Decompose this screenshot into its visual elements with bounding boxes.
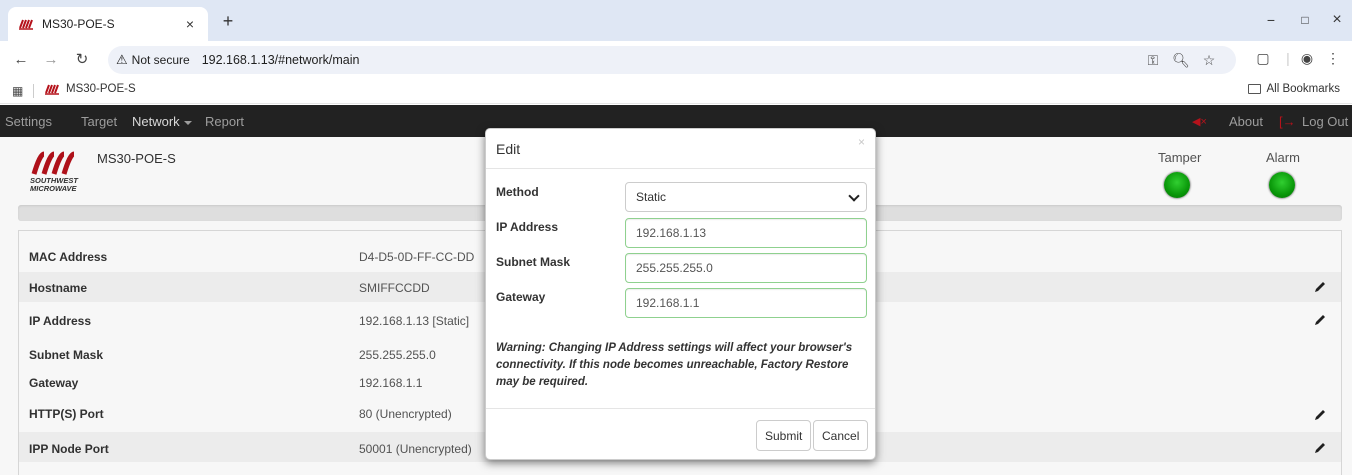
method-selected-value: Static — [636, 190, 667, 204]
bookmark-star-icon[interactable]: ☆ — [1200, 52, 1218, 69]
bookmark-label: MS30-POE-S — [66, 83, 136, 95]
chevron-down-icon — [848, 190, 860, 202]
forward-arrow-icon[interactable]: → — [40, 50, 62, 70]
bookmarks-divider — [33, 84, 34, 98]
gateway-input[interactable] — [625, 288, 867, 318]
ip-address-input[interactable] — [625, 218, 867, 248]
warning-triangle-icon: ⚠ — [116, 52, 128, 67]
nav-logout[interactable]: Log Out — [1302, 114, 1348, 129]
method-label: Method — [496, 185, 539, 199]
caret-down-icon — [183, 120, 192, 125]
mute-speaker-icon[interactable]: ◀× — [1192, 115, 1207, 128]
security-chip[interactable]: ⚠ Not secure — [116, 52, 190, 68]
zoom-icon[interactable]: 🔍︎ — [1172, 52, 1190, 69]
nav-network[interactable]: Network — [132, 114, 192, 129]
nav-about[interactable]: About — [1229, 114, 1263, 129]
ip-address-label: IP Address — [496, 220, 559, 234]
method-select[interactable]: Static — [625, 182, 867, 212]
tab-close-icon[interactable]: × — [182, 16, 198, 32]
reading-list-icon[interactable]: ▢ — [1252, 50, 1274, 67]
maximize-icon[interactable]: □ — [1290, 10, 1320, 30]
profile-icon[interactable]: ◉ — [1296, 50, 1318, 67]
address-bar[interactable]: ⚠ Not secure 192.168.1.13/#network/main … — [108, 46, 1236, 74]
nav-target[interactable]: Target — [81, 114, 117, 129]
bookmark-ms30[interactable]: MS30-POE-S — [44, 83, 136, 95]
nav-settings[interactable]: Settings — [5, 114, 52, 129]
url-text[interactable]: 192.168.1.13/#network/main — [202, 53, 360, 67]
modal-header: Edit × — [486, 129, 875, 169]
cancel-button[interactable]: Cancel — [813, 420, 869, 451]
tab-title: MS30-POE-S — [42, 17, 115, 31]
minimize-icon[interactable]: − — [1256, 10, 1286, 30]
gateway-label: Gateway — [496, 290, 546, 304]
subnet-mask-label: Subnet Mask — [496, 255, 571, 269]
submit-button[interactable]: Submit — [756, 420, 812, 451]
security-label: Not secure — [131, 53, 190, 67]
menu-kebab-icon[interactable]: ⋮ — [1322, 50, 1344, 67]
close-icon[interactable]: × — [858, 135, 865, 149]
all-bookmarks-label: All Bookmarks — [1266, 83, 1341, 95]
nav-report[interactable]: Report — [205, 114, 244, 129]
ip-change-warning: Warning: Changing IP Address settings wi… — [496, 342, 853, 388]
apps-grid-icon[interactable]: ▦ — [12, 84, 23, 98]
nav-network-label: Network — [132, 114, 180, 129]
logout-icon[interactable]: [→ — [1279, 114, 1296, 129]
site-favicon-icon — [18, 18, 34, 30]
folder-icon — [1247, 84, 1261, 94]
close-window-icon[interactable]: × — [1322, 10, 1352, 30]
browser-tab[interactable]: MS30-POE-S × — [8, 7, 208, 41]
modal-title: Edit — [496, 141, 521, 157]
new-tab-button[interactable]: + — [216, 10, 240, 34]
reload-icon[interactable]: ↻ — [71, 50, 93, 70]
bookmark-favicon-icon — [45, 84, 59, 95]
browser-tabstrip: MS30-POE-S × + − □ × — [0, 0, 1352, 41]
bookmarks-bar: ▦ MS30-POE-S All Bookmarks — [0, 78, 1352, 104]
password-key-icon[interactable]: ⚿ — [1144, 52, 1162, 69]
browser-toolbar: ← → ↻ ⚠ Not secure 192.168.1.13/#network… — [0, 41, 1352, 78]
back-arrow-icon[interactable]: ← — [10, 50, 32, 70]
all-bookmarks-button[interactable]: All Bookmarks — [1247, 83, 1341, 95]
edit-modal: Edit × Method Static IP Address Subnet M… — [485, 128, 876, 460]
subnet-mask-input[interactable] — [625, 253, 867, 283]
modal-footer: Submit Cancel — [486, 408, 875, 460]
